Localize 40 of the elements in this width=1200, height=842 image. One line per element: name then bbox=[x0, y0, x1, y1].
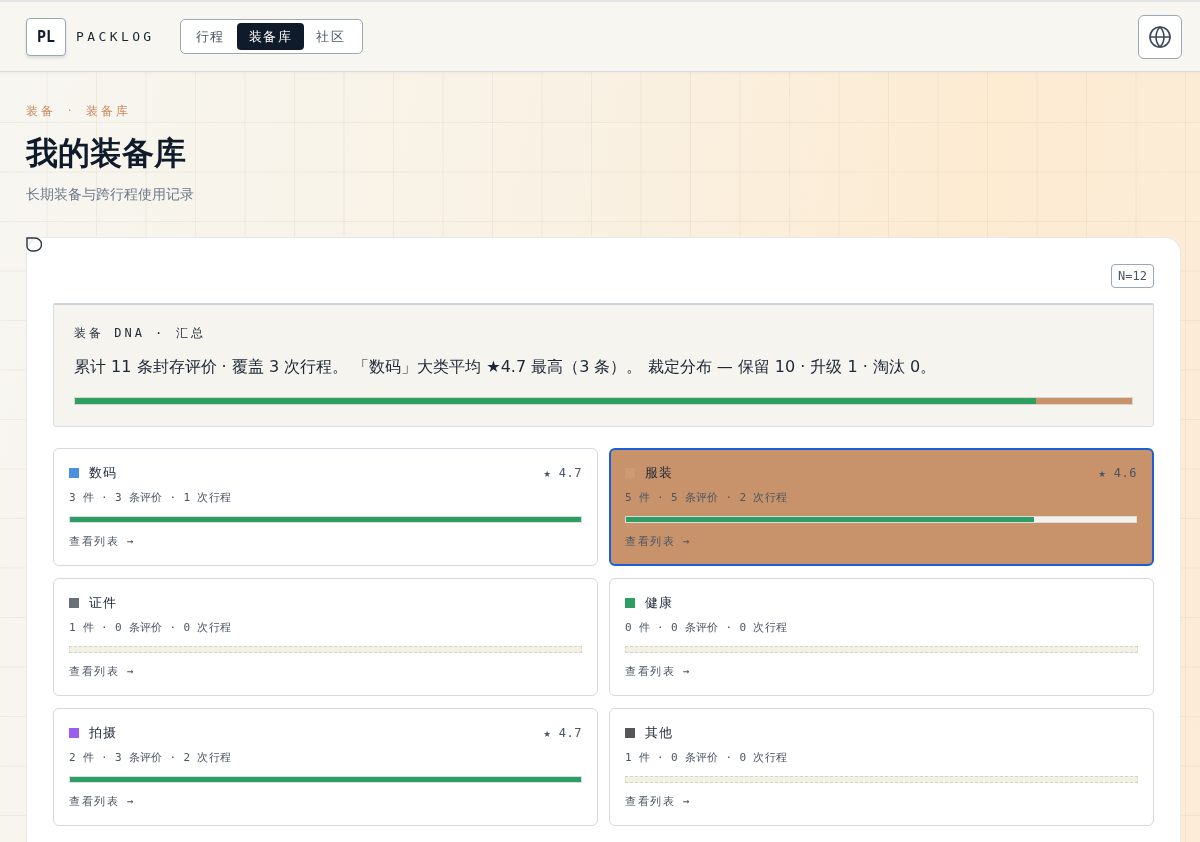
category-card[interactable]: 其他 1 件 · 0 条评价 · 0 次行程 查看列表 → bbox=[609, 708, 1154, 826]
category-rating: ★ 4.7 bbox=[543, 466, 582, 480]
page-subtitle: 长期装备与跨行程使用记录 bbox=[26, 185, 194, 203]
brand-name: PACKLOG bbox=[76, 29, 155, 44]
language-button[interactable] bbox=[1138, 14, 1182, 59]
category-card[interactable]: 拍摄 ★ 4.7 2 件 · 3 条评价 · 2 次行程 查看列表 → bbox=[53, 708, 598, 826]
category-stats: 1 件 · 0 条评价 · 0 次行程 bbox=[69, 621, 232, 635]
category-stats: 0 件 · 0 条评价 · 0 次行程 bbox=[625, 621, 788, 635]
category-card[interactable]: 健康 0 件 · 0 条评价 · 0 次行程 查看列表 → bbox=[609, 578, 1154, 696]
category-stats: 5 件 · 5 条评价 · 2 次行程 bbox=[625, 491, 788, 505]
category-name: 服装 bbox=[645, 465, 673, 481]
view-list-link[interactable]: 查看列表 → bbox=[625, 795, 692, 809]
corner-marker-icon bbox=[26, 237, 42, 252]
category-name: 其他 bbox=[645, 725, 673, 741]
view-list-link[interactable]: 查看列表 → bbox=[69, 535, 136, 549]
category-card[interactable]: 数码 ★ 4.7 3 件 · 3 条评价 · 1 次行程 查看列表 → bbox=[53, 448, 598, 566]
category-name: 拍摄 bbox=[89, 725, 117, 741]
nav-tab[interactable]: 行程 bbox=[183, 23, 237, 50]
nav-tab[interactable]: 社区 bbox=[304, 23, 358, 50]
view-list-link[interactable]: 查看列表 → bbox=[69, 795, 136, 809]
category-name: 健康 bbox=[645, 595, 673, 611]
category-rating: ★ 4.7 bbox=[543, 726, 582, 740]
view-list-link[interactable]: 查看列表 → bbox=[69, 665, 136, 679]
category-rating: ★ 4.6 bbox=[1098, 466, 1137, 480]
logo-mark: PL bbox=[26, 17, 66, 56]
nav-tab[interactable]: 装备库 bbox=[236, 23, 305, 50]
count-badge: N=12 bbox=[1111, 264, 1154, 288]
category-stats: 1 件 · 0 条评价 · 0 次行程 bbox=[625, 751, 788, 765]
category-stats: 3 件 · 3 条评价 · 1 次行程 bbox=[69, 491, 232, 505]
page-title: 我的装备库 bbox=[26, 133, 186, 173]
category-card[interactable]: 服装 ★ 4.6 5 件 · 5 条评价 · 2 次行程 查看列表 → bbox=[609, 448, 1154, 566]
globe-icon bbox=[1148, 24, 1172, 49]
summary-text: 累计 11 条封存评价 · 覆盖 3 次行程。 「数码」大类平均 ★4.7 最高（3 条）。 裁定分布 — 保留 10 · 升级 1 · 淘汰 0。 bbox=[74, 356, 938, 378]
category-name: 证件 bbox=[89, 595, 117, 611]
category-stats: 2 件 · 3 条评价 · 2 次行程 bbox=[69, 751, 232, 765]
summary-label: 装备 DNA · 汇总 bbox=[74, 325, 207, 341]
view-list-link[interactable]: 查看列表 → bbox=[625, 665, 692, 679]
category-name: 数码 bbox=[89, 465, 117, 481]
breadcrumb: 装备 · 装备库 bbox=[26, 103, 132, 119]
category-card[interactable]: 证件 1 件 · 0 条评价 · 0 次行程 查看列表 → bbox=[53, 578, 598, 696]
